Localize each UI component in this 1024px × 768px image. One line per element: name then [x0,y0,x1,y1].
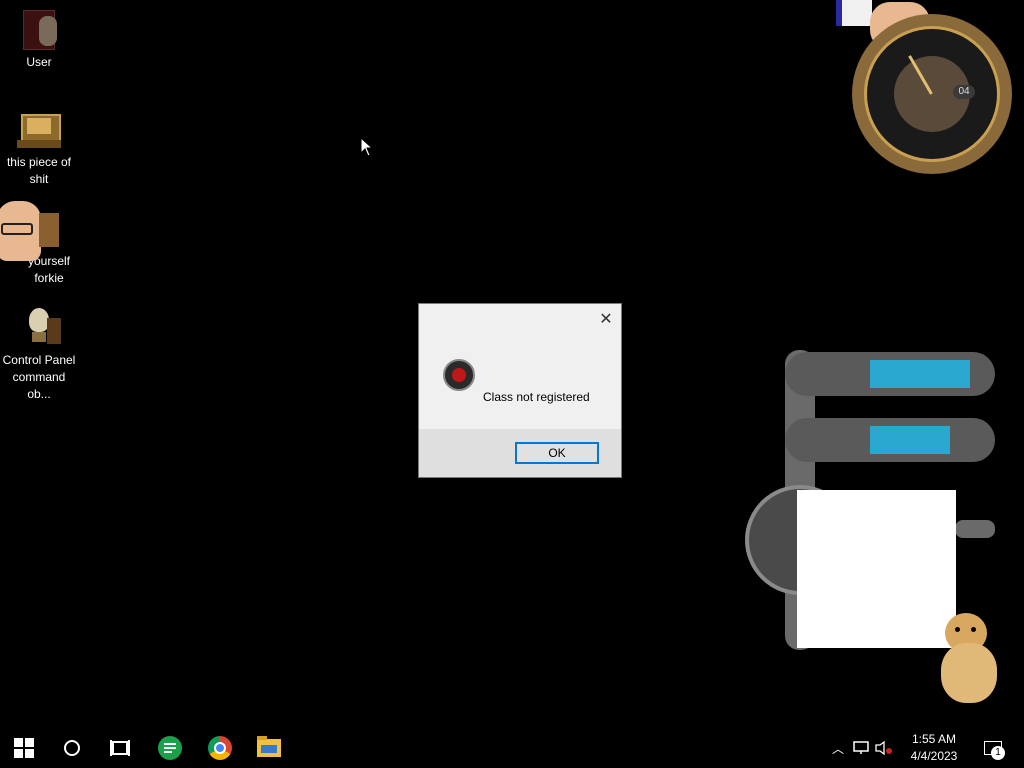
notification-icon: 1 [984,741,1005,760]
clock-day-label: 04 [953,85,975,99]
taskbar-app-chrome[interactable] [196,728,244,768]
chrome-icon [208,736,232,760]
network-tray-button[interactable] [850,728,872,768]
search-button[interactable] [48,728,96,768]
search-circle-icon [64,740,80,756]
mouse-cursor-icon [360,137,374,157]
dialog-message: Class not registered [483,390,590,404]
error-icon [443,359,475,391]
action-center-button[interactable]: 1 [978,728,1008,768]
taskbar: ︿ 1:55 AM 4/4/2023 1 [0,728,1024,768]
desktop-icon-label: Control Panel command ob... [2,353,76,401]
taskbar-time: 1:55 AM [911,732,957,746]
start-button[interactable] [0,728,48,768]
clock-tray[interactable]: 1:55 AM 4/4/2023 [900,728,968,768]
file-explorer-icon [257,736,281,757]
blank-white-window[interactable] [797,490,956,648]
taskbar-date: 4/4/2023 [910,749,958,763]
desktop-icon-user[interactable]: User [0,0,78,71]
taskbar-app-chat[interactable] [146,728,194,768]
error-dialog: ✕ Class not registered OK [418,303,622,478]
task-view-button[interactable] [96,728,144,768]
close-icon[interactable]: ✕ [597,310,615,328]
desktop-icon-control-panel[interactable]: Control Panel command ob... [0,298,78,403]
speaker-muted-icon [875,741,892,755]
user-folder-icon [17,6,61,50]
taskbar-app-file-explorer[interactable] [245,728,293,768]
chevron-up-icon: ︿ [831,741,844,756]
dialog-footer: OK [419,429,621,477]
notification-count-badge: 1 [991,746,1005,760]
network-icon [853,741,869,754]
desktop-icon-label: this piece of shit [6,155,72,186]
hank-figure-icon [836,0,872,26]
desktop-icon-yourself-forkie[interactable]: yourself forkie [0,199,78,287]
volume-tray-button[interactable] [873,728,895,768]
show-hidden-icons-button[interactable]: ︿ [828,728,848,768]
desktop-icon-label: User [26,55,52,69]
desktop-icon-this-piece-of-shit[interactable]: this piece of shit [0,100,78,188]
clock-widget: 04 [836,0,1024,175]
lightbulb-icon [17,304,61,348]
task-view-icon [110,740,130,756]
windows-start-icon [14,738,34,758]
green-chat-icon [158,736,182,760]
folder-icon [0,201,61,261]
hamster-icon [935,605,1005,705]
ok-button[interactable]: OK [515,442,599,464]
computer-icon [17,106,61,150]
